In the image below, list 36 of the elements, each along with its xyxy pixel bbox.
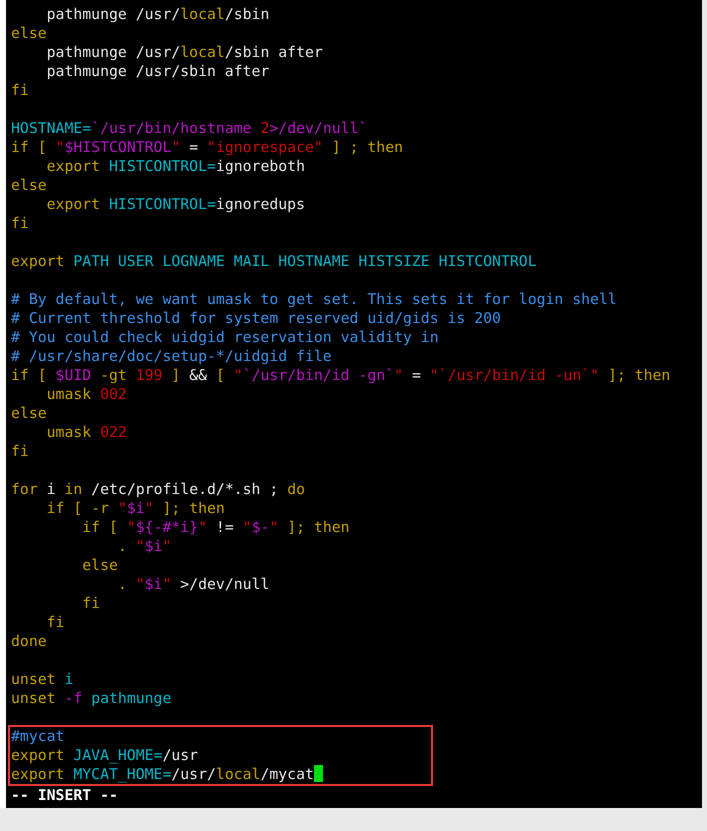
code-line: # Current threshold for system reserved uid/gids is 200 — [11, 309, 502, 328]
code-line: umask 002 — [46, 385, 128, 404]
code-line: else — [11, 404, 48, 423]
code-line: else — [81, 556, 119, 575]
code-line: export HISTCONTROL=ignoreboth — [46, 157, 306, 176]
code-line: # You could check uidgid reservation validity in — [11, 328, 440, 347]
code-line: unset i — [11, 670, 74, 689]
code-line: fi — [46, 613, 66, 632]
code-line: for i in /etc/profile.d/*.sh ; do — [11, 480, 306, 499]
code-line: #mycat — [11, 727, 66, 746]
code-line: else — [11, 24, 48, 43]
code-line: fi — [81, 594, 102, 613]
code-line: pathmunge /usr/local/sbin — [46, 5, 270, 24]
mode-indicator: -- INSERT -- — [11, 786, 119, 805]
code-line: fi — [11, 214, 30, 233]
code-line: if [ "$HISTCONTROL" = "ignorespace" ] ; then — [11, 138, 404, 157]
code-line: if [ $UID -gt 199 ] && [ "`/usr/bin/id -gn`" = "`/usr/bin/id -un`" ]; then — [11, 366, 672, 385]
code-line: export HISTCONTROL=ignoredups — [46, 195, 306, 214]
code-line: . "$i" >/dev/null — [116, 575, 270, 594]
code-line: # /usr/share/doc/setup-*/uidgid file — [11, 347, 333, 366]
code-line: HOSTNAME=`/usr/bin/hostname 2>/dev/null` — [11, 119, 368, 138]
code-line: export PATH USER LOGNAME MAIL HOSTNAME HISTSIZE HISTCONTROL — [11, 252, 538, 271]
code-line: pathmunge /usr/sbin after — [46, 62, 270, 81]
code-line: pathmunge /usr/local/sbin after — [46, 43, 324, 62]
code-line: fi — [11, 81, 30, 100]
code-line: done — [11, 632, 48, 651]
code-line: export JAVA_HOME=/usr — [11, 746, 200, 765]
code-line: umask 022 — [46, 423, 128, 442]
code-line: else — [11, 176, 48, 195]
code-line: if [ "${-#*i}" != "$-" ]; then — [81, 518, 351, 537]
code-line: # By default, we want umask to get set. This sets it for login shell — [11, 290, 618, 309]
code-line: unset -f pathmunge — [11, 689, 172, 708]
code-line: fi — [11, 442, 30, 461]
code-line: . "$i" — [116, 537, 172, 556]
code-line: if [ -r "$i" ]; then — [46, 499, 226, 518]
code-line: export MYCAT_HOME=/usr/local/mycat — [11, 765, 431, 784]
